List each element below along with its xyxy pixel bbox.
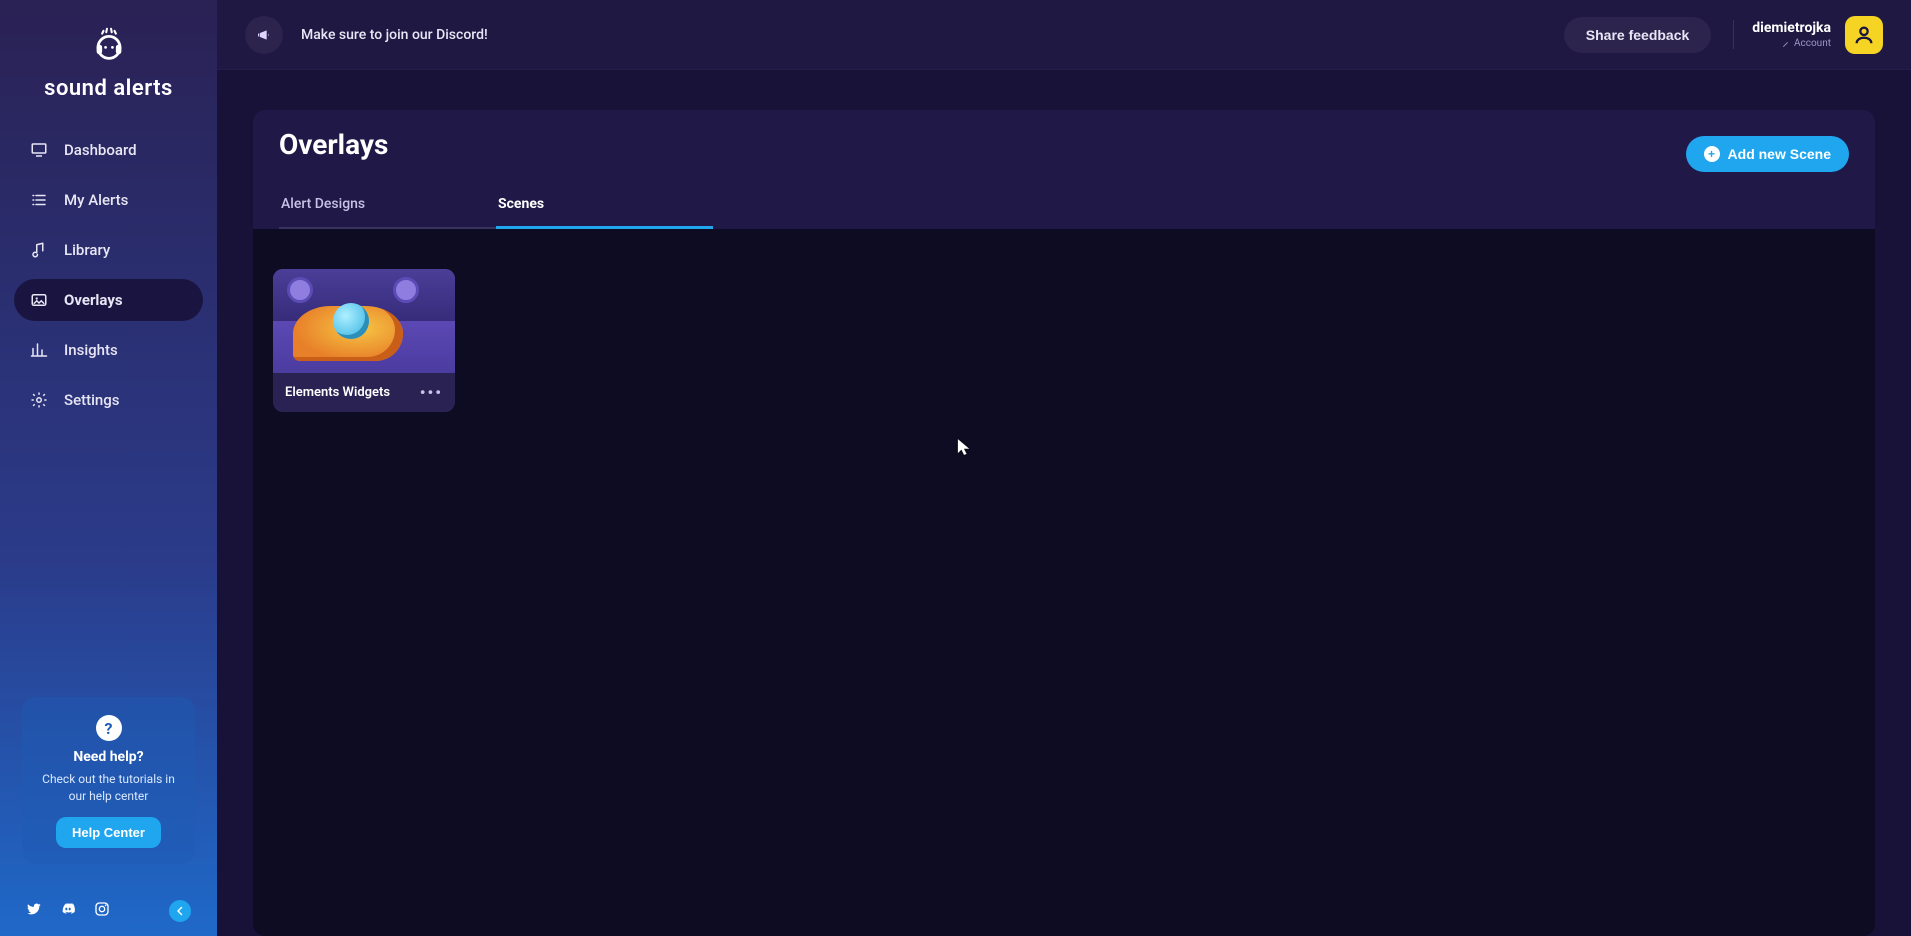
share-feedback-button[interactable]: Share feedback xyxy=(1564,17,1712,53)
instagram-icon[interactable] xyxy=(94,901,110,921)
page-title: Overlays xyxy=(279,128,388,161)
chart-icon xyxy=(30,341,48,359)
list-icon xyxy=(30,191,48,209)
tab-alert-designs[interactable]: Alert Designs xyxy=(279,186,496,229)
nav-label: My Alerts xyxy=(64,191,128,209)
tabs: Alert Designs Scenes xyxy=(279,186,1849,229)
nav-label: Dashboard xyxy=(64,141,137,159)
help-box: ? Need help? Check out the tutorials in … xyxy=(22,697,195,864)
account-sub: Account xyxy=(1752,38,1831,49)
nav-label: Overlays xyxy=(64,291,123,309)
avatar[interactable] xyxy=(1845,16,1883,54)
scene-card[interactable]: Elements Widgets ••• xyxy=(273,269,455,412)
nav: Dashboard My Alerts Library Overlays Ins… xyxy=(0,129,217,429)
image-icon xyxy=(30,291,48,309)
help-title: Need help? xyxy=(34,749,183,765)
main: Make sure to join our Discord! Share fee… xyxy=(217,0,1911,936)
nav-settings[interactable]: Settings xyxy=(14,379,203,421)
nav-label: Library xyxy=(64,241,110,259)
help-center-button[interactable]: Help Center xyxy=(56,817,161,848)
logo: sound alerts xyxy=(0,0,217,129)
discord-icon[interactable] xyxy=(60,901,76,921)
panel-body: Elements Widgets ••• xyxy=(253,229,1875,936)
music-note-icon xyxy=(30,241,48,259)
megaphone-icon xyxy=(245,16,283,54)
topbar: Make sure to join our Discord! Share fee… xyxy=(217,0,1911,70)
nav-label: Settings xyxy=(64,391,120,409)
announcement[interactable]: Make sure to join our Discord! xyxy=(245,16,488,54)
collapse-sidebar-button[interactable] xyxy=(169,900,191,922)
user-icon xyxy=(1853,24,1875,46)
account-name: diemietrojka xyxy=(1752,20,1831,36)
announcement-text: Make sure to join our Discord! xyxy=(301,27,488,43)
twitter-icon[interactable] xyxy=(26,901,42,921)
sidebar: sound alerts Dashboard My Alerts Library… xyxy=(0,0,217,936)
help-subtitle: Check out the tutorials in our help cent… xyxy=(34,771,183,805)
logo-text: sound alerts xyxy=(0,76,217,101)
screen-icon xyxy=(30,141,48,159)
scene-thumbnail xyxy=(273,269,455,373)
help-icon: ? xyxy=(96,715,122,741)
logo-icon xyxy=(0,24,217,68)
scene-name: Elements Widgets xyxy=(285,385,390,400)
nav-library[interactable]: Library xyxy=(14,229,203,271)
add-scene-label: Add new Scene xyxy=(1728,146,1831,162)
overlays-panel: Overlays + Add new Scene Alert Designs S… xyxy=(253,110,1875,936)
plus-icon: + xyxy=(1704,146,1720,162)
tab-scenes[interactable]: Scenes xyxy=(496,186,713,229)
nav-insights[interactable]: Insights xyxy=(14,329,203,371)
pencil-icon xyxy=(1782,40,1790,48)
panel-header: Overlays + Add new Scene Alert Designs S… xyxy=(253,110,1875,229)
nav-label: Insights xyxy=(64,341,118,359)
social-row xyxy=(0,900,217,922)
gear-icon xyxy=(30,391,48,409)
account-block[interactable]: diemietrojka Account xyxy=(1733,16,1883,54)
nav-overlays[interactable]: Overlays xyxy=(14,279,203,321)
add-new-scene-button[interactable]: + Add new Scene xyxy=(1686,136,1849,172)
nav-dashboard[interactable]: Dashboard xyxy=(14,129,203,171)
scene-more-button[interactable]: ••• xyxy=(420,383,443,402)
nav-my-alerts[interactable]: My Alerts xyxy=(14,179,203,221)
